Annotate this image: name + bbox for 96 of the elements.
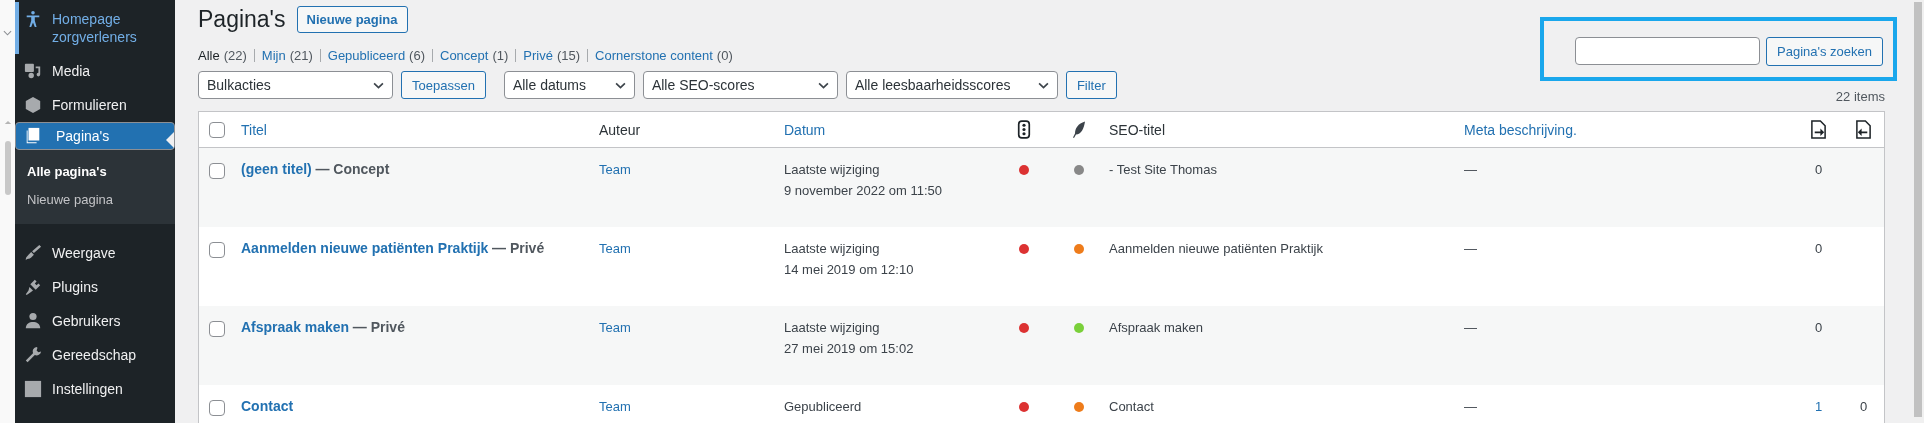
date-status: Laatste wijziging [784, 161, 881, 179]
column-header[interactable]: Meta beschrijving. [1464, 121, 1577, 138]
meta-description: — [1464, 320, 1477, 335]
author-link[interactable]: Team [599, 162, 631, 177]
outgoing-links-icon [1810, 120, 1827, 139]
view-count: (22) [223, 48, 247, 63]
caret-icon [373, 81, 384, 89]
view-count: (21) [289, 48, 313, 63]
view-filter-link[interactable]: Mijn [261, 48, 286, 63]
row-checkbox[interactable] [209, 162, 225, 179]
date-text: 27 mei 2019 om 15:02 [784, 340, 915, 358]
menu-icon [24, 62, 42, 80]
search-field[interactable] [1575, 37, 1760, 65]
scroll-up-icon[interactable] [3, 120, 12, 125]
meta-description: — [1464, 241, 1477, 256]
menu-icon [24, 278, 42, 296]
sidebar-item[interactable]: Gebruikers [15, 304, 175, 338]
column-header: SEO-titel [1109, 121, 1165, 138]
feather-icon [1071, 120, 1086, 139]
page-title-link[interactable]: Aanmelden nieuwe patiënten Praktijk [241, 240, 489, 256]
menu-icon [24, 96, 42, 114]
link-count: 0 [1814, 162, 1823, 177]
menu-icon [24, 244, 42, 262]
link-count: 0 [1814, 241, 1823, 256]
view-filter-link[interactable]: Privé [523, 48, 553, 63]
filter-select[interactable]: Alle datums [503, 71, 635, 99]
seo-title: Contact [1109, 399, 1154, 414]
author-link[interactable]: Team [599, 399, 631, 414]
link-count: 1 [1814, 399, 1823, 414]
date-text: 9 november 2022 om 11:50 [784, 182, 944, 200]
date-status: Laatste wijziging [784, 240, 881, 258]
page-title-link[interactable]: (geen titel) [241, 161, 312, 177]
seo-title: Afspraak maken [1109, 320, 1203, 335]
filter-select[interactable]: Alle SEO-scores [642, 71, 838, 99]
menu-icon [24, 346, 42, 364]
chevron-icon[interactable] [3, 30, 12, 36]
page-title-link[interactable]: Afspraak maken [241, 319, 350, 335]
traffic-light-icon [1016, 120, 1031, 139]
row-checkbox[interactable] [209, 320, 225, 337]
search-button[interactable]: Pagina's zoeken [1766, 37, 1883, 66]
date-text: 14 mei 2019 om 12:10 [784, 261, 915, 279]
scrollbar-thumb[interactable] [1914, 2, 1922, 417]
seo-title: Aanmelden nieuwe patiënten Praktijk [1109, 241, 1323, 256]
view-count: (15) [556, 48, 581, 63]
seo-title: - Test Site Thomas [1109, 162, 1217, 177]
submenu-item[interactable]: Nieuwe pagina [15, 186, 175, 214]
filter-button[interactable]: Filter [1065, 71, 1117, 99]
date-status: Gepubliceerd [784, 398, 863, 416]
page-title-link[interactable]: Contact [241, 398, 294, 414]
author-link[interactable]: Team [599, 241, 631, 256]
sidebar-item[interactable]: Homepage zorgverleners [15, 2, 175, 54]
add-page-button[interactable]: Nieuwe pagina [296, 6, 408, 33]
view-count: (1) [492, 48, 509, 63]
view-count: (0) [716, 48, 733, 63]
link-count: 0 [1814, 320, 1823, 335]
incoming-links-icon [1855, 120, 1872, 139]
bulk-actions-select[interactable]: Bulkacties [198, 71, 393, 99]
post-state: — Privé [352, 319, 405, 335]
select-all-checkbox[interactable] [209, 122, 225, 139]
column-header: Auteur [599, 121, 641, 138]
sidebar-item[interactable]: Formulieren [15, 88, 175, 122]
filter-select[interactable]: Alle leesbaarheidsscores [845, 71, 1058, 99]
link-count: 0 [1859, 399, 1868, 414]
menu-icon [24, 127, 42, 145]
view-filter-link[interactable]: Cornerstone content [595, 48, 713, 63]
menu-icon [24, 10, 42, 28]
column-header[interactable]: Datum [784, 121, 826, 138]
column-header[interactable]: Titel [241, 121, 267, 138]
author-link[interactable]: Team [599, 320, 631, 335]
view-filter-link[interactable]: Concept [440, 48, 489, 63]
date-status: Laatste wijziging [784, 319, 881, 337]
menu-icon [24, 312, 42, 330]
sidebar-item[interactable]: Weergave [15, 236, 175, 270]
view-filter-link[interactable]: Gepubliceerd [327, 48, 406, 63]
sidebar-item[interactable]: Gereedschap [15, 338, 175, 372]
caret-icon [817, 81, 829, 89]
item-count: 22 items [1835, 89, 1885, 104]
view-filter-link[interactable]: Alle [198, 48, 220, 63]
meta-description: — [1464, 399, 1477, 414]
sidebar-item[interactable]: Pagina's [15, 122, 175, 150]
menu-icon [24, 380, 42, 398]
apply-button[interactable]: Toepassen [401, 71, 486, 99]
meta-description: — [1464, 162, 1477, 177]
post-state: — Privé [492, 240, 545, 256]
sidebar-item[interactable]: Instellingen [15, 372, 175, 406]
post-state: — Concept [315, 161, 390, 177]
caret-icon [614, 81, 626, 89]
row-checkbox[interactable] [209, 241, 225, 258]
sidebar-item[interactable]: Plugins [15, 270, 175, 304]
view-count: (6) [409, 48, 425, 63]
row-checkbox[interactable] [209, 399, 225, 416]
scrollbar-thumb[interactable] [4, 141, 11, 195]
page-title: Pagina's [198, 6, 286, 33]
caret-icon [1037, 81, 1049, 89]
submenu-item[interactable]: Alle pagina's [15, 158, 175, 186]
sidebar-item[interactable]: Media [15, 54, 175, 88]
